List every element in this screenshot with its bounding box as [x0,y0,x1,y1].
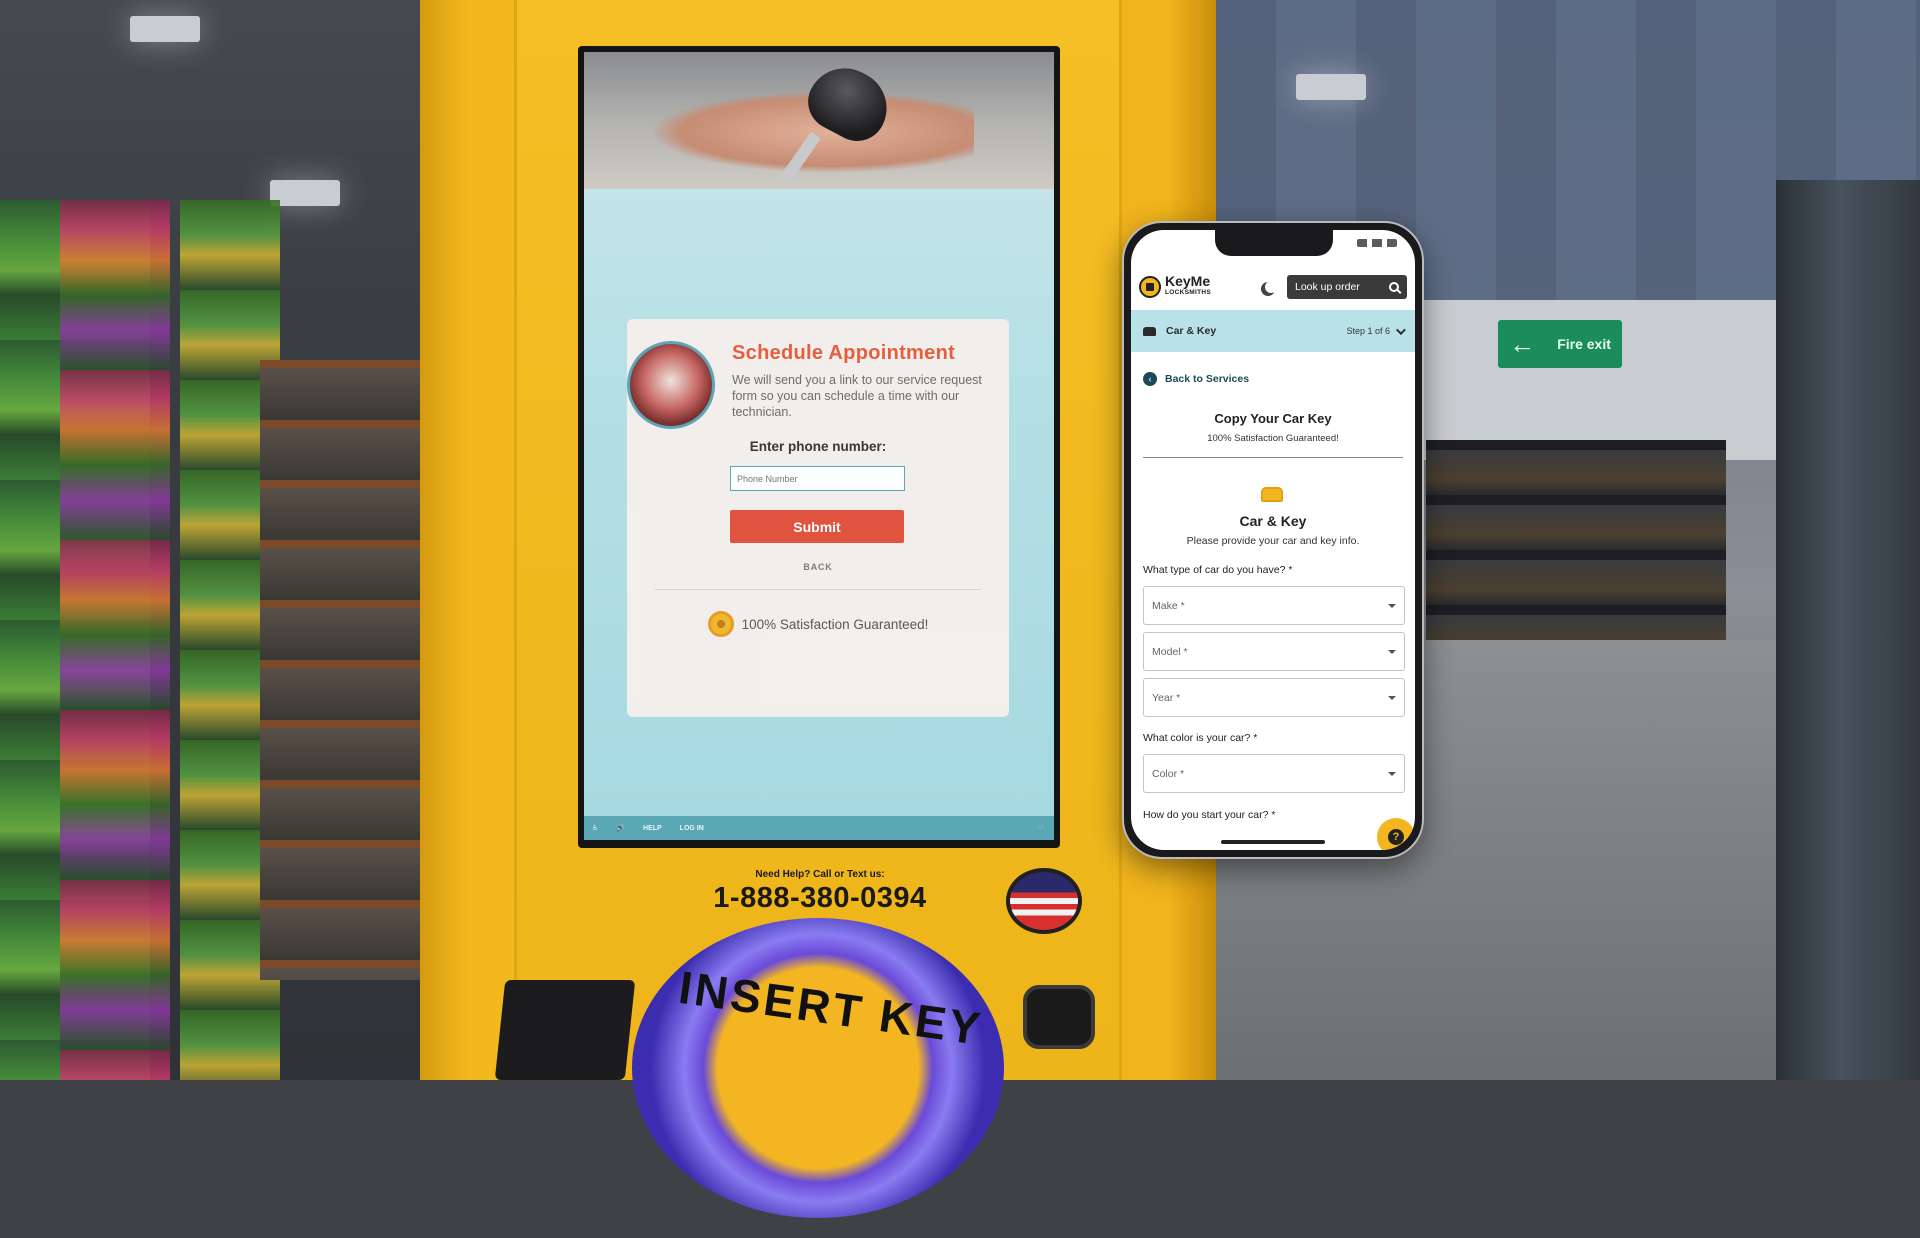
back-to-services-label: Back to Services [1165,373,1250,385]
touch-sensor-icon[interactable] [1023,985,1095,1049]
brand-name: KeyMe [1165,273,1211,289]
help-phone-number: 1-888-380-0394 [713,882,927,914]
fridge-door [1776,180,1920,1080]
section-title: Car & Key [1239,513,1307,529]
help-line: Need Help? Call or Text us: [755,869,885,880]
car-icon [1261,487,1283,502]
app-header: KeyMe LOCKSMITHS Look up order [1131,270,1415,304]
guarantee-text: 100% Satisfaction Guaranteed! [741,616,929,632]
dropdown-caret-icon [1388,695,1396,700]
store-shelf [260,360,420,980]
kiosk-help-contact: Need Help? Call or Text us: 1-888-380-03… [660,869,980,915]
year-select[interactable]: Year * [1143,678,1405,717]
help-button[interactable]: ? [1377,818,1415,850]
cart-icon[interactable]: 🛒 [1037,824,1046,832]
status-bar-icons [1357,239,1397,247]
ceiling-lamp [1296,74,1366,100]
divider [655,589,981,590]
ceiling-lamp [130,16,200,42]
phone-screen: KeyMe LOCKSMITHS Look up order Car & Key… [1131,230,1415,850]
accessibility-icon[interactable]: ♿ [592,824,598,832]
chevron-down-icon [1395,324,1406,335]
fire-exit-sign: ← Fire exit [1498,320,1622,368]
look-up-order-label: Look up order [1295,281,1360,293]
seed-rack [60,200,170,1080]
home-indicator [1221,840,1325,844]
step-progress-bar[interactable]: Car & Key Step 1 of 6 [1131,310,1415,352]
volume-icon[interactable]: 🔊 [616,824,625,832]
make-placeholder: Make * [1152,599,1185,612]
model-placeholder: Model * [1152,645,1188,658]
phone-number-input[interactable] [730,466,905,491]
dark-mode-icon[interactable] [1265,281,1277,293]
page-title: Copy Your Car Key [1214,411,1332,426]
phone-notch [1215,230,1333,256]
back-link[interactable]: BACK [627,562,1009,572]
help-icon: ? [1388,829,1404,845]
schedule-appointment-card: Schedule Appointment We will send you a … [627,319,1009,717]
kiosk-title: Schedule Appointment [732,342,956,364]
dropdown-caret-icon [1388,649,1396,654]
car-color-question: What color is your car? * [1143,732,1258,744]
fire-exit-text: Fire exit [1557,336,1611,352]
smartphone: KeyMe LOCKSMITHS Look up order Car & Key… [1122,221,1424,859]
usa-seal-icon [1006,868,1082,934]
brand-logo[interactable]: KeyMe LOCKSMITHS [1165,273,1211,298]
help-link[interactable]: HELP [643,825,662,832]
ceiling-lamp [270,180,340,206]
kiosk-description: We will send you a link to our service r… [732,373,982,419]
phone-number-label: Enter phone number: [749,439,887,454]
step-title: Car & Key [1166,325,1217,337]
look-up-order-button[interactable]: Look up order [1287,275,1407,299]
login-link[interactable]: LOG IN [680,825,704,832]
section-subtitle: Please provide your car and key info. [1186,535,1360,547]
arrow-left-icon: ← [1509,329,1536,359]
search-icon [1389,282,1399,292]
page-subtitle: 100% Satisfaction Guaranteed! [1207,433,1339,444]
nfc-reader-icon [494,980,636,1080]
brand-subtitle: LOCKSMITHS [1165,289,1211,296]
store-background-left [0,0,420,1080]
back-to-services-link[interactable]: ‹ Back to Services [1143,372,1249,386]
start-car-question: How do you start your car? * [1143,809,1276,821]
insert-key-slot[interactable]: INSERT KEY [632,918,1004,1218]
technician-avatar [627,341,715,429]
badge-icon [707,611,734,637]
year-placeholder: Year * [1152,691,1181,704]
dropdown-caret-icon [1388,771,1396,776]
color-select[interactable]: Color * [1143,754,1405,793]
satisfaction-guarantee: 100% Satisfaction Guaranteed! [627,611,1009,637]
make-select[interactable]: Make * [1143,586,1405,625]
color-placeholder: Color * [1152,767,1185,780]
step-count: Step 1 of 6 [1346,326,1390,336]
dropdown-caret-icon [1388,603,1396,608]
divider [1143,457,1403,458]
submit-button[interactable]: Submit [730,510,904,543]
kiosk-screen: Schedule Appointment We will send you a … [578,46,1060,848]
insert-key-label: INSERT KEY [675,960,986,1055]
liquor-shelves [1426,440,1726,670]
model-select[interactable]: Model * [1143,632,1405,671]
kiosk-toolbar: ♿ 🔊 HELP LOG IN 🛒 [584,816,1054,840]
car-icon [1143,326,1156,336]
car-key-photo [584,52,1054,189]
arrow-left-icon: ‹ [1143,372,1157,386]
car-type-question: What type of car do you have? * [1143,564,1293,576]
keyme-logo-icon[interactable] [1139,276,1161,298]
